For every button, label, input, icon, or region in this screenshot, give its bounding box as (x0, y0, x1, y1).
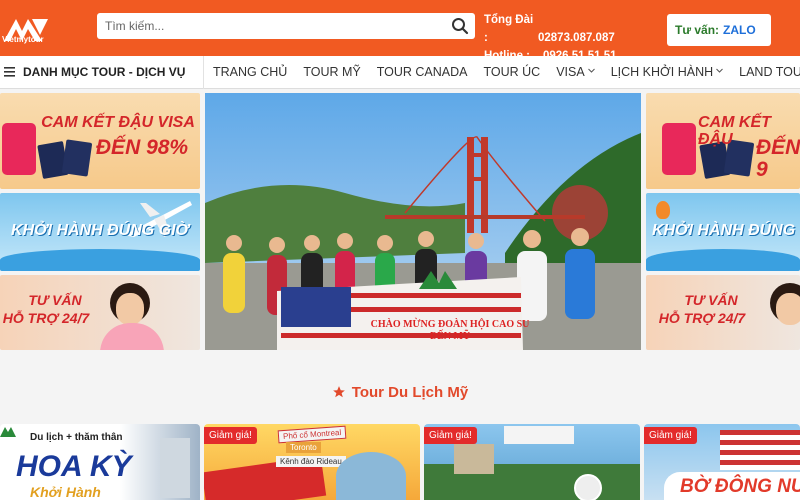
visa-banner-line1: CAM KẾT ĐẬU VISA (41, 114, 195, 131)
support-banner-right[interactable]: TƯ VẤN HỖ TRỢ 24/7 (646, 275, 800, 350)
ontime-banner-left[interactable]: KHỞI HÀNH ĐÚNG GIỜ (0, 193, 200, 271)
zalo-button[interactable]: Tư vấn: ZALO (667, 14, 771, 46)
main-nav: DANH MỤC TOUR - DỊCH VỤ TRANG CHỦ TOUR M… (0, 56, 800, 89)
search-input[interactable] (97, 13, 437, 39)
nav-label: LAND TOUR MỸ (739, 65, 800, 79)
hamburger-icon (4, 67, 15, 77)
hero-banner-line2: ĐẾN MỸ (429, 331, 471, 342)
nav-items: TRANG CHỦ TOUR MỸ TOUR CANADA TOUR ÚC VI… (213, 56, 800, 89)
support-banner-right-line2: HỖ TRỢ 24/7 (658, 310, 746, 326)
tour-card-canada[interactable]: Phố cổ Montreal Toronto Kênh đào Rideau … (204, 424, 420, 500)
ontime-banner-right[interactable]: KHỞI HÀNH ĐÚNG GIỜ (646, 193, 800, 271)
nav-label: VISA (556, 65, 585, 79)
search-box (97, 13, 475, 39)
nav-item-schedule[interactable]: LỊCH KHỞI HÀNH (611, 56, 723, 89)
tour-card-hoa-ky[interactable]: Du lịch + thăm thân HOA KỲ Khởi Hành (0, 424, 200, 500)
suitcase-icon (662, 123, 696, 175)
zalo-label: Tư vấn: (675, 23, 720, 37)
chevron-down-icon (716, 68, 723, 73)
tour-card-bo-dong[interactable]: BỜ ĐÔNG NƯỚ Giảm giá! (644, 424, 800, 500)
nav-item-land-tour[interactable]: LAND TOUR MỸ (739, 56, 800, 89)
tour-card-3[interactable]: Giảm giá! (424, 424, 640, 500)
signpost-rideau: Kênh đào Rideau (276, 456, 346, 467)
suitcase-icon (2, 123, 36, 175)
zalo-value: ZALO (723, 23, 756, 37)
category-menu-label: DANH MỤC TOUR - DỊCH VỤ (23, 65, 186, 79)
building-decoration (160, 438, 190, 498)
search-icon[interactable] (451, 17, 469, 35)
visa-banner-line2: ĐẾN 98% (95, 136, 189, 159)
building-decoration (454, 444, 494, 474)
nav-item-tour-canada[interactable]: TOUR CANADA (377, 56, 468, 89)
section-title: Tour Du Lịch Mỹ (0, 384, 800, 401)
logo-text: Vietmytour (2, 35, 44, 44)
ontime-banner-text: KHỞI HÀNH ĐÚNG GIỜ (11, 222, 189, 239)
hotline-label-1: Tổng Đài : (484, 14, 534, 44)
support-banner-right-line1: TƯ VẤN (684, 292, 738, 308)
hero-slide[interactable]: CHÀO MỪNG ĐOÀN HỘI CAO SU ĐẾN MỸ (205, 93, 641, 350)
nav-label: TOUR MỸ (303, 65, 361, 79)
card-caption-top: Du lịch + thăm thân (30, 432, 123, 443)
nav-label: LỊCH KHỞI HÀNH (610, 65, 714, 79)
passport-icon (61, 139, 93, 177)
us-flag-decoration (720, 430, 800, 470)
signpost-toronto: Toronto (286, 442, 321, 453)
circle-photo (574, 474, 602, 500)
chevron-down-icon (587, 68, 595, 73)
category-menu-button[interactable]: DANH MỤC TOUR - DỊCH VỤ (0, 56, 204, 89)
logo-strip (504, 426, 574, 444)
ontime-banner-right-text: KHỞI HÀNH ĐÚNG GIỜ (652, 222, 800, 239)
nav-item-home[interactable]: TRANG CHỦ (213, 56, 287, 89)
visa-banner-right-line2: ĐẾN 9 (756, 136, 800, 182)
site-header: Vietmytour Tổng Đài :02873.087.087 Hotli… (0, 0, 800, 62)
consultant-face (776, 293, 800, 325)
nav-item-tour-uc[interactable]: TOUR ÚC (484, 56, 541, 89)
hero-banner-caption: CHÀO MỪNG ĐOÀN HỘI CAO SU ĐẾN MỸ (355, 319, 545, 343)
nav-item-tour-my[interactable]: TOUR MỸ (303, 56, 360, 89)
hero-photo (205, 93, 641, 350)
nav-item-visa[interactable]: VISA (556, 56, 595, 89)
card-caption-small: Khởi Hành (30, 484, 101, 500)
card-caption-big: HOA KỲ (16, 450, 132, 483)
wave-decoration (646, 249, 800, 271)
landmark-decoration (336, 452, 406, 500)
support-banner-line1: TƯ VẤN (28, 292, 82, 308)
vietmytour-mini-logo (0, 427, 16, 437)
discount-badge: Giảm giá! (644, 427, 697, 444)
visa-banner-right[interactable]: CAM KẾT ĐẬU ĐẾN 9 (646, 93, 800, 189)
card-caption-big: BỜ ĐÔNG NƯỚ (680, 476, 800, 497)
visa-banner-left[interactable]: CAM KẾT ĐẬU VISA ĐẾN 98% (0, 93, 200, 189)
nav-label: TOUR ÚC (483, 65, 541, 79)
discount-badge: Giảm giá! (424, 427, 477, 444)
support-banner-line2: HỖ TRỢ 24/7 (2, 310, 90, 326)
signpost-montreal: Phố cổ Montreal (277, 425, 347, 444)
wave-decoration (0, 249, 200, 271)
consultant-body (100, 323, 164, 350)
nav-label: TOUR CANADA (376, 65, 468, 79)
consultant-face (116, 293, 144, 325)
star-icon (332, 386, 345, 398)
discount-badge: Giảm giá! (204, 427, 257, 444)
balloon-icon (656, 201, 670, 219)
section-title-text: Tour Du Lịch Mỹ (351, 384, 469, 401)
support-banner-left[interactable]: TƯ VẤN HỖ TRỢ 24/7 (0, 275, 200, 350)
nav-label: TRANG CHỦ (213, 65, 288, 79)
hero-banner-line1: CHÀO MỪNG ĐOÀN HỘI CAO SU (370, 319, 530, 330)
hotline-number-1[interactable]: 02873.087.087 (538, 32, 615, 44)
